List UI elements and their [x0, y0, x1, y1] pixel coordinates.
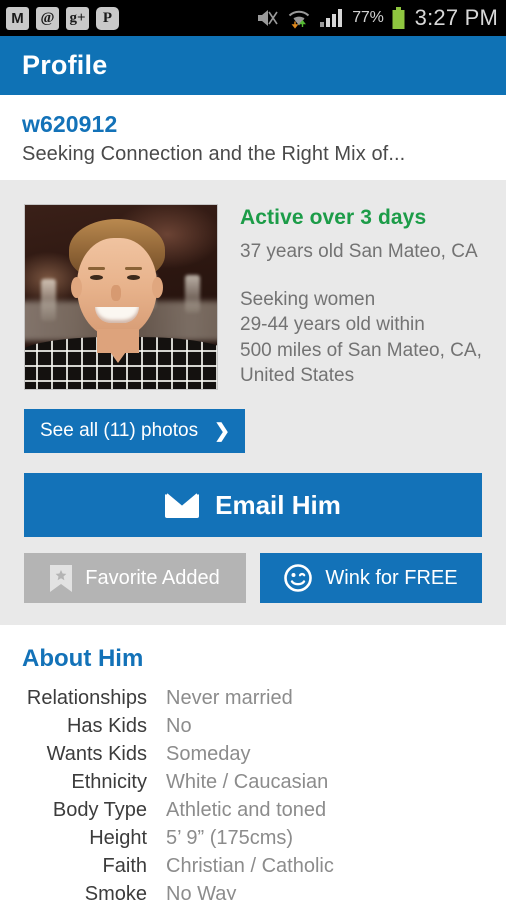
detail-value: No [166, 715, 192, 737]
detail-value: White / Caucasian [166, 771, 329, 793]
seeking-line: 29-44 years old within [240, 314, 425, 336]
photo-ear [71, 277, 82, 298]
envelope-icon [165, 492, 200, 518]
seeking-line: United States [240, 364, 355, 386]
seeking-line: Seeking women [240, 289, 376, 310]
age-location-label: 37 years old San Mateo, CA [240, 241, 478, 262]
profile-tagline: Seeking Connection and the Right Mix of.… [22, 143, 406, 165]
status-indicators: 77% 3:27 PM [255, 5, 498, 31]
email-at-icon: @ [36, 6, 59, 30]
pinterest-icon: P [96, 6, 119, 30]
detail-label: Faith [102, 855, 147, 877]
chevron-right-icon: ❯ [214, 420, 230, 442]
app-root: M @ g+ P 77% 3:27 PM Profile w620912 See… [0, 0, 506, 900]
email-him-label: Email Him [215, 489, 341, 520]
profile-summary-row: Active over 3 days 37 years old San Mate… [24, 204, 482, 390]
detail-label: Smoke [84, 883, 147, 900]
see-all-photos-label: See all (11) photos [40, 420, 199, 441]
photo-eyebrow [125, 267, 142, 270]
photo-glassware [185, 275, 200, 313]
detail-row: Smoke No Way [0, 883, 506, 900]
detail-row: Faith Christian / Catholic [0, 855, 506, 878]
detail-value: Athletic and toned [166, 799, 327, 821]
about-section: About Him Relationships Never married Ha… [0, 625, 506, 900]
photo-ear [152, 277, 163, 298]
detail-value: Christian / Catholic [166, 855, 334, 877]
seeking-preferences: Seeking women 29-44 years old within 500… [240, 287, 482, 388]
activity-status: Active over 3 days [240, 206, 427, 229]
profile-summary-section: Active over 3 days 37 years old San Mate… [0, 180, 506, 625]
wink-for-free-label: Wink for FREE [325, 566, 458, 589]
favorite-added-button[interactable]: Favorite Added [24, 553, 246, 603]
detail-row: Wants Kids Someday [0, 743, 506, 766]
status-notifications: M @ g+ P [6, 6, 119, 30]
seeking-line: 500 miles of San Mateo, CA, [240, 339, 482, 361]
app-header: Profile [0, 36, 506, 95]
wifi-icon [289, 10, 310, 29]
profile-username[interactable]: w620912 [22, 111, 484, 138]
signal-bars-icon [320, 9, 343, 27]
profile-photo[interactable] [24, 204, 218, 390]
bookmark-star-icon [50, 564, 73, 592]
clock-label: 3:27 PM [414, 5, 498, 30]
photo-eye [127, 275, 140, 280]
favorite-added-label: Favorite Added [85, 566, 220, 589]
profile-name-block: w620912 Seeking Connection and the Right… [0, 95, 506, 180]
detail-row: Height 5’ 9” (175cms) [0, 827, 506, 850]
detail-label: Body Type [52, 799, 147, 821]
detail-row: Has Kids No [0, 715, 506, 738]
see-all-photos-button[interactable]: See all (11) photos ❯ [24, 409, 245, 453]
photo-eye [90, 275, 103, 280]
detail-label: Relationships [26, 687, 147, 709]
profile-info-column: Active over 3 days 37 years old San Mate… [218, 204, 482, 388]
detail-row: Ethnicity White / Caucasian [0, 771, 506, 794]
google-plus-icon: g+ [66, 6, 89, 30]
wink-for-free-button[interactable]: Wink for FREE [260, 553, 482, 603]
detail-label: Has Kids [66, 715, 147, 737]
gmail-icon: M [6, 6, 29, 30]
battery-icon [392, 6, 405, 29]
detail-value: 5’ 9” (175cms) [166, 827, 294, 849]
photo-glassware [41, 279, 56, 321]
detail-value: Never married [166, 687, 293, 709]
detail-value: No Way [166, 883, 237, 900]
photo-eyebrow [88, 267, 105, 270]
email-him-button[interactable]: Email Him [24, 473, 482, 537]
detail-label: Height [89, 827, 147, 849]
about-section-title: About Him [22, 645, 144, 672]
detail-label: Wants Kids [46, 743, 147, 765]
winking-face-icon [284, 564, 313, 592]
detail-row: Relationships Never married [0, 687, 506, 710]
mute-icon [258, 10, 278, 26]
photo-nose [111, 285, 121, 301]
battery-percent-label: 77% [352, 9, 384, 26]
page-title: Profile [22, 50, 108, 80]
detail-label: Ethnicity [71, 771, 147, 793]
detail-value: Someday [166, 743, 251, 765]
secondary-actions-row: Favorite Added Wink for FREE [24, 553, 482, 603]
status-bar: M @ g+ P 77% 3:27 PM [0, 0, 506, 36]
detail-row: Body Type Athletic and toned [0, 799, 506, 822]
